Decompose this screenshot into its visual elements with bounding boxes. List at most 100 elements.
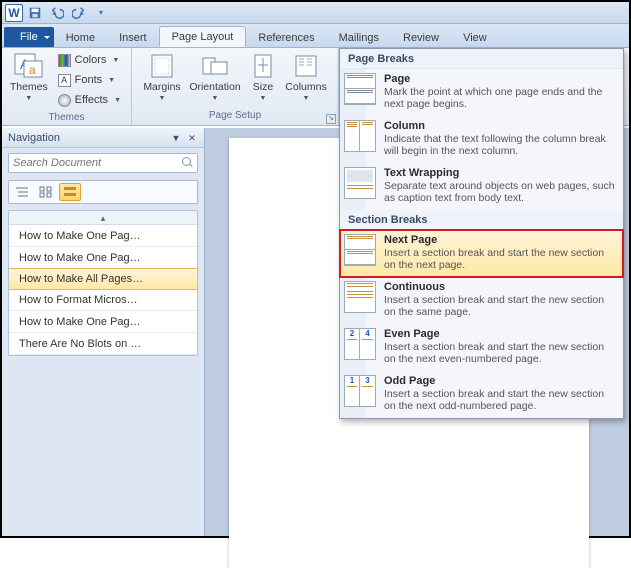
- columns-label: Columns: [285, 82, 326, 93]
- qat-undo-button[interactable]: [47, 4, 67, 22]
- break-option-icon: 13: [344, 375, 376, 407]
- ribbon-tabs: File Home Insert Page Layout References …: [2, 24, 629, 48]
- tab-insert[interactable]: Insert: [107, 28, 159, 47]
- breaks-section-section: Section Breaks: [340, 210, 623, 230]
- effects-label: Effects: [75, 94, 108, 106]
- nav-view-headings[interactable]: [11, 183, 33, 201]
- nav-item[interactable]: There Are No Blots on …: [9, 333, 197, 355]
- colors-label: Colors: [75, 54, 107, 66]
- nav-view-selector: [8, 180, 198, 204]
- tab-view[interactable]: View: [451, 28, 499, 47]
- svg-text:a: a: [29, 63, 36, 77]
- fonts-label: Fonts: [75, 74, 103, 86]
- undo-icon: [50, 6, 64, 20]
- break-option-icon: [344, 167, 376, 199]
- break-option-odd-page[interactable]: 13 Odd PageInsert a section break and sta…: [340, 371, 623, 418]
- tab-references[interactable]: References: [246, 28, 326, 47]
- page-setup-launcher[interactable]: ↘: [326, 114, 336, 124]
- breaks-section-page: Page Breaks: [340, 49, 623, 69]
- break-option-desc: Insert a section break and start the new…: [384, 294, 615, 318]
- search-input[interactable]: [13, 157, 182, 169]
- break-option-title: Text Wrapping: [384, 167, 615, 179]
- nav-item[interactable]: How to Format Micros…: [9, 289, 197, 311]
- nav-dropdown-button[interactable]: ▼: [170, 132, 182, 144]
- group-themes-label: Themes: [2, 112, 131, 125]
- colors-button[interactable]: Colors▼: [54, 50, 125, 70]
- tab-page-layout[interactable]: Page Layout: [159, 26, 247, 47]
- break-option-icon: [344, 120, 376, 152]
- tab-home[interactable]: Home: [54, 28, 107, 47]
- redo-icon: [72, 6, 86, 20]
- navigation-header: Navigation ▼ ✕: [2, 128, 204, 148]
- nav-item[interactable]: How to Make One Pag…: [9, 225, 197, 247]
- break-option-text-wrapping[interactable]: Text WrappingSeparate text around object…: [340, 163, 623, 210]
- break-option-icon: [344, 73, 376, 105]
- size-icon: [252, 53, 274, 79]
- chevron-down-icon: ▾: [99, 8, 103, 17]
- break-option-page[interactable]: PageMark the point at which one page end…: [340, 69, 623, 116]
- nav-item[interactable]: How to Make One Pag…: [9, 247, 197, 269]
- break-option-next-page[interactable]: Next PageInsert a section break and star…: [340, 230, 623, 277]
- break-option-title: Even Page: [384, 328, 615, 340]
- chevron-down-icon: ▼: [25, 95, 32, 102]
- breaks-dropdown: Page Breaks PageMark the point at which …: [339, 48, 624, 419]
- break-option-desc: Insert a section break and start the new…: [384, 247, 615, 271]
- margins-icon: [149, 53, 175, 79]
- margins-button[interactable]: Margins▼: [138, 50, 186, 102]
- break-option-desc: Mark the point at which one page ends an…: [384, 86, 615, 110]
- nav-item[interactable]: How to Make All Pages…: [8, 268, 198, 290]
- group-themes: Aa Themes ▼ Colors▼ A Fonts ▼ Effects▼ The…: [2, 48, 132, 125]
- break-option-even-page[interactable]: 24 Even PageInsert a section break and st…: [340, 324, 623, 371]
- group-page-setup-label: Page Setup↘: [132, 110, 338, 125]
- break-option-icon: [344, 234, 376, 266]
- fonts-icon: A: [58, 74, 71, 87]
- navigation-pane: Navigation ▼ ✕ ▴ How to Make One Pag…How…: [2, 128, 205, 536]
- break-option-title: Continuous: [384, 281, 615, 293]
- nav-collapse-button[interactable]: ▴: [9, 211, 197, 225]
- themes-button[interactable]: Aa Themes ▼: [8, 50, 50, 102]
- columns-button[interactable]: Columns▼: [282, 50, 330, 102]
- search-box[interactable]: [8, 153, 198, 173]
- break-option-title: Page: [384, 73, 615, 85]
- qat-redo-button[interactable]: [69, 4, 89, 22]
- nav-item[interactable]: How to Make One Pag…: [9, 311, 197, 333]
- themes-label: Themes: [10, 82, 48, 93]
- effects-icon: [58, 94, 71, 107]
- break-option-icon: [344, 281, 376, 313]
- break-option-column[interactable]: ColumnIndicate that the text following t…: [340, 116, 623, 163]
- size-button[interactable]: Size▼: [244, 50, 282, 102]
- columns-icon: [294, 54, 318, 78]
- break-option-title: Column: [384, 120, 615, 132]
- nav-close-button[interactable]: ✕: [186, 132, 198, 144]
- nav-view-pages[interactable]: [35, 183, 57, 201]
- break-option-desc: Indicate that the text following the col…: [384, 133, 615, 157]
- effects-button[interactable]: Effects▼: [54, 90, 125, 110]
- search-icon[interactable]: [182, 157, 193, 169]
- break-option-desc: Separate text around objects on web page…: [384, 180, 615, 204]
- tab-mailings[interactable]: Mailings: [327, 28, 391, 47]
- save-icon: [28, 6, 42, 20]
- colors-icon: [58, 54, 71, 67]
- navigation-title: Navigation: [8, 132, 60, 144]
- break-option-desc: Insert a section break and start the new…: [384, 388, 615, 412]
- break-option-title: Next Page: [384, 234, 615, 246]
- orientation-label: Orientation: [189, 82, 240, 93]
- margins-label: Margins: [143, 82, 180, 93]
- break-option-continuous[interactable]: ContinuousInsert a section break and sta…: [340, 277, 623, 324]
- title-bar: W ▾: [2, 2, 629, 24]
- qat-customize-button[interactable]: ▾: [91, 4, 111, 22]
- fonts-button[interactable]: AFonts▼: [54, 70, 125, 90]
- orientation-icon: [201, 54, 229, 78]
- group-page-setup: Margins▼ Orientation▼ Size▼ Columns▼ Pag…: [132, 48, 339, 125]
- themes-icon: Aa: [14, 53, 44, 79]
- break-option-icon: 24: [344, 328, 376, 360]
- qat-save-button[interactable]: [25, 4, 45, 22]
- break-option-desc: Insert a section break and start the new…: [384, 341, 615, 365]
- break-option-title: Odd Page: [384, 375, 615, 387]
- nav-view-results[interactable]: [59, 183, 81, 201]
- nav-outline-list: ▴ How to Make One Pag…How to Make One Pa…: [8, 210, 198, 356]
- word-app-icon[interactable]: W: [5, 4, 23, 22]
- tab-file[interactable]: File: [4, 27, 54, 47]
- tab-review[interactable]: Review: [391, 28, 451, 47]
- orientation-button[interactable]: Orientation▼: [186, 50, 244, 102]
